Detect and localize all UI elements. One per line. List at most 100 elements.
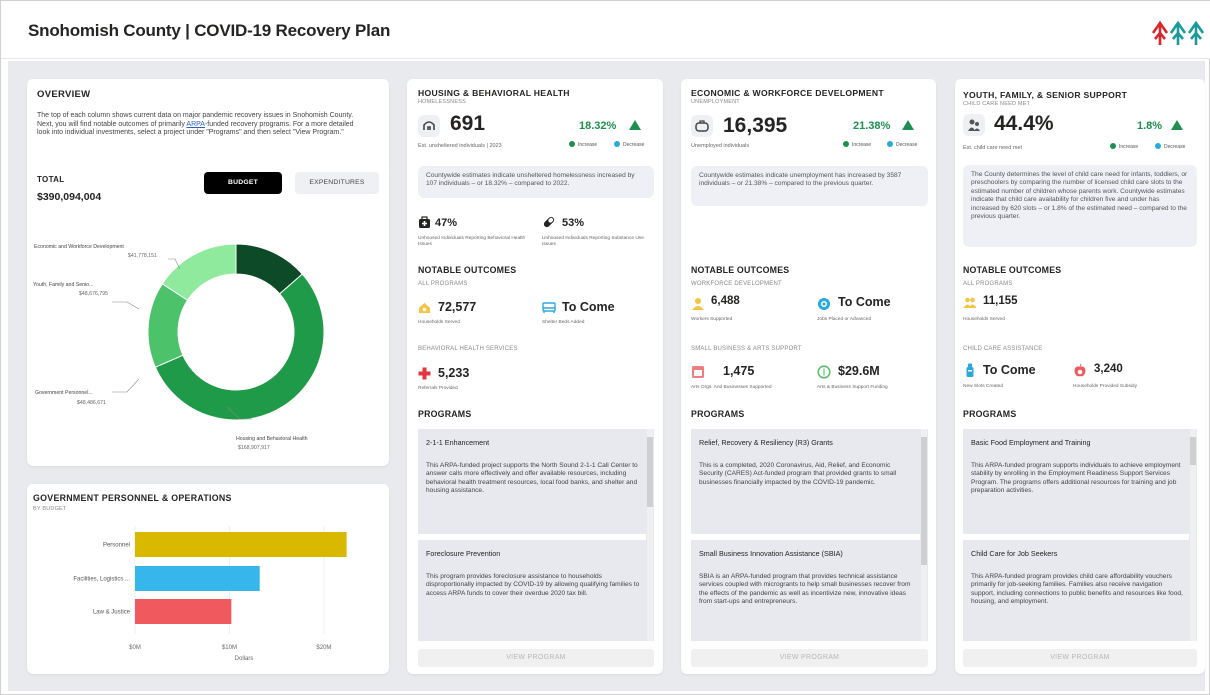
program-title: Basic Food Employment and Training	[971, 438, 1091, 447]
segment-value: $48,486,671	[77, 400, 106, 406]
housing-description: Countywide estimates indicate unsheltere…	[418, 166, 654, 198]
program-title: Small Business Innovation Assistance (SB…	[699, 549, 843, 558]
legend-decrease: Decrease	[1155, 143, 1185, 150]
storefront-icon	[691, 365, 705, 379]
increase-arrow-icon	[902, 120, 914, 130]
decrease-dot-icon	[614, 141, 620, 147]
scrollbar-thumb[interactable]	[921, 437, 927, 565]
jobs-placed: To Come	[838, 295, 891, 309]
apple-icon	[1073, 363, 1087, 378]
increase-arrow-icon	[1171, 120, 1183, 130]
arts-funding-label: Arts & Business Support Funding	[817, 385, 888, 390]
economic-title: ECONOMIC & WORKFORCE DEVELOPMENT	[691, 88, 884, 98]
segment-label: Housing and Behavioral Health	[236, 436, 308, 442]
increase-dot-icon	[569, 141, 575, 147]
view-program-button[interactable]: VIEW PROGRAM	[691, 649, 928, 667]
housing-group-behavioral: BEHAVIORAL HEALTH SERVICES	[418, 346, 518, 352]
businesses-supported: 1,475	[723, 364, 755, 378]
target-icon	[817, 297, 831, 311]
youth-subtitle: CHILD CARE NEED MET	[963, 101, 1031, 107]
youth-card: YOUTH, FAMILY, & SENIOR SUPPORT CHILD CA…	[955, 79, 1205, 674]
substance-label: Unhoused Individuals Reporting Substance…	[542, 236, 644, 247]
program-item[interactable]: Relief, Recovery & Resiliency (R3) Grant…	[691, 429, 920, 534]
households-label: Households Served	[418, 320, 460, 325]
scrollbar-thumb[interactable]	[647, 437, 653, 507]
behavioral-pct: 47%	[435, 217, 458, 229]
x-tick-label: $0M	[129, 645, 141, 651]
decrease-dot-icon	[887, 141, 893, 147]
program-title: Child Care for Job Seekers	[971, 549, 1058, 558]
subsidy-label: Households Provided Subsidy	[1073, 384, 1137, 389]
youth-title: YOUTH, FAMILY, & SENIOR SUPPORT	[963, 90, 1128, 100]
legend-label: Decrease	[896, 142, 918, 148]
expenditures-button[interactable]: EXPENDITURES	[295, 172, 379, 194]
segment-label: Government Personnel...	[35, 390, 93, 396]
workers-label: Workers Supported	[691, 317, 733, 322]
jobs-placed-label: Jobs Placed or Advanced	[817, 317, 872, 322]
gov-personnel-card: GOVERNMENT PERSONNEL & OPERATIONS BY BUD…	[27, 484, 389, 674]
view-program-button[interactable]: VIEW PROGRAM	[418, 649, 654, 667]
decrease-dot-icon	[1155, 143, 1161, 149]
x-tick-label: $20M	[316, 645, 331, 651]
program-title: Foreclosure Prevention	[426, 549, 501, 558]
arpa-link[interactable]: ARPA	[186, 121, 205, 128]
program-description: This program provides foreclosure assist…	[426, 573, 640, 597]
increase-arrow-icon	[629, 120, 641, 130]
legend-label: Increase	[1119, 144, 1139, 150]
category-label: Law & Justice	[93, 610, 131, 616]
x-tick-label: $10M	[222, 645, 237, 651]
bar[interactable]	[135, 599, 232, 624]
childcare-change: 1.8%	[1137, 120, 1163, 132]
program-scrollbar[interactable]	[647, 429, 653, 641]
house-icon	[418, 115, 440, 137]
arts-funding: $29.6M	[838, 364, 880, 378]
program-item[interactable]: Basic Food Employment and Training This …	[963, 429, 1189, 534]
new-slots-label: New Slots Created	[963, 384, 1003, 389]
leader-line	[112, 301, 140, 310]
view-program-button[interactable]: VIEW PROGRAM	[963, 649, 1197, 667]
bar[interactable]	[135, 566, 260, 591]
budget-button[interactable]: BUDGET	[204, 172, 282, 194]
households-served: 72,577	[438, 300, 477, 314]
unemployed-value: 16,395	[723, 114, 788, 137]
gov-bar-chart: $0M $10M $20M Personnel Facilities, Logistic…	[73, 526, 347, 662]
overview-intro: The top of each column shows current dat…	[37, 112, 367, 138]
county-logo-icon	[1151, 20, 1205, 45]
family-icon	[963, 114, 985, 136]
housing-program-list: 2-1-1 Enhancement This ARPA-funded proje…	[418, 429, 654, 641]
subsidy-households: 3,240	[1094, 363, 1123, 375]
legend-increase: Increase	[569, 141, 597, 148]
youth-program-list: Basic Food Employment and Training This …	[963, 429, 1197, 641]
segment-value: $48,676,795	[79, 291, 108, 297]
program-description: This ARPA-funded program supports indivi…	[971, 462, 1181, 495]
legend-label: Increase	[578, 142, 598, 148]
legend-increase: Increase	[1110, 143, 1138, 150]
legend-label: Decrease	[1164, 144, 1186, 150]
program-title: 2-1-1 Enhancement	[426, 438, 490, 447]
program-item[interactable]: Foreclosure Prevention This program prov…	[418, 540, 646, 641]
economic-group-smallbiz: SMALL BUSINESS & ARTS SUPPORT	[691, 346, 802, 352]
new-slots: To Come	[983, 363, 1036, 377]
program-item[interactable]: Small Business Innovation Assistance (SB…	[691, 540, 920, 641]
program-scrollbar[interactable]	[921, 429, 927, 641]
youth-outcomes-title: NOTABLE OUTCOMES	[963, 265, 1062, 275]
overview-card: OVERVIEW The top of each column shows cu…	[27, 79, 389, 466]
program-item[interactable]: Child Care for Job Seekers This ARPA-fun…	[963, 540, 1189, 641]
program-scrollbar[interactable]	[1190, 429, 1196, 641]
segment-label: Youth, Family and Senio...	[33, 282, 93, 288]
page-title: Snohomish County | COVID-19 Recovery Pla…	[28, 21, 391, 40]
x-axis-label: Dollars	[235, 656, 254, 662]
overview-title: OVERVIEW	[37, 89, 91, 100]
scrollbar-thumb[interactable]	[1190, 437, 1196, 465]
program-description: This ARPA-funded program provides child …	[971, 573, 1183, 606]
bar[interactable]	[135, 532, 347, 557]
housing-group-all: ALL PROGRAMS	[418, 281, 468, 287]
program-description: This ARPA-funded project supports the No…	[426, 462, 638, 495]
legend-label: Decrease	[623, 142, 645, 148]
medical-cross-icon	[418, 367, 431, 380]
housing-outcomes-title: NOTABLE OUTCOMES	[418, 265, 517, 275]
youth-description: The County determines the level of child…	[963, 165, 1197, 247]
increase-dot-icon	[1110, 143, 1116, 149]
economic-card: ECONOMIC & WORKFORCE DEVELOPMENT UNEMPLO…	[681, 79, 936, 674]
program-item[interactable]: 2-1-1 Enhancement This ARPA-funded proje…	[418, 429, 646, 534]
